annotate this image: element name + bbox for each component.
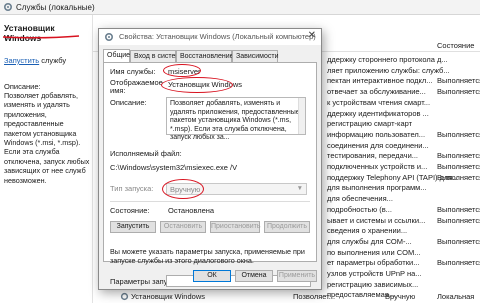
service-description-line: ддержку идентификаторов ... (327, 108, 429, 118)
service-name-value: msiserver (168, 67, 201, 76)
chevron-down-icon: ▼ (296, 185, 303, 192)
service-description-line: регистрацию зависимых... (327, 279, 419, 289)
table-row[interactable]: Установщик Windows Позволяет... Вручную … (93, 291, 480, 303)
start-service-link-suffix: службу (39, 56, 67, 65)
service-description-line: ляет приложению службы: служб... (327, 65, 450, 75)
service-properties-dialog: Свойства: Установщик Windows (Локальный … (98, 28, 322, 290)
service-gear-icon (120, 292, 129, 301)
ok-button[interactable]: ОК (193, 270, 231, 282)
tab-recovery[interactable]: Восстановление (176, 50, 234, 62)
tab-general[interactable]: Общие (103, 49, 130, 62)
service-name-label: Имя службы: (110, 67, 156, 76)
executable-label: Исполняемый файл: (110, 149, 182, 158)
service-description-line: для обеспечения... (327, 194, 393, 204)
service-description-line: по выполнения или COM... (327, 247, 421, 257)
startup-type-value: Вручную (170, 185, 201, 194)
selected-service-title: Установщик Windows (4, 23, 55, 43)
stop-button[interactable]: Остановить (160, 221, 206, 233)
tab-dependencies[interactable]: Зависимости (232, 50, 278, 62)
display-name-label: Отображаемое имя: (110, 78, 163, 95)
service-description-line: узлов устройств UPnP на... (327, 269, 422, 278)
general-tab-panel: Имя службы: msiserver Отображаемое имя: … (103, 62, 317, 287)
start-parameters-hint: Вы можете указать параметры запуска, при… (110, 247, 305, 265)
service-description-line: для выполнения программ... (327, 183, 427, 193)
service-description-line: информацию пользовател... (327, 129, 426, 139)
start-service-link[interactable]: Запустить (4, 56, 39, 65)
column-header-state[interactable]: Состояние (437, 41, 474, 50)
service-description-line: отвечает за обслуживание... (327, 87, 426, 97)
service-detail-pane: Установщик Windows Запустить службу Опис… (0, 15, 93, 303)
state-value: Остановлена (168, 206, 215, 215)
service-logon-cell: Локальная сис... (437, 292, 475, 303)
underline-annotation (2, 35, 80, 39)
executable-path: C:\Windows\system32\msiexec.exe /V (110, 163, 238, 172)
service-description-line: для службы для СОМ-... (327, 236, 412, 246)
description-value: Позволяет добавлять, изменять и удалять … (170, 100, 300, 141)
startup-type-label: Тип запуска: (110, 184, 154, 193)
service-startup-cell: Вручную (385, 292, 416, 301)
service-description-line: подробностью (в... (327, 204, 392, 214)
service-state-cell: Выполняется (437, 162, 480, 171)
start-button[interactable]: Запустить (110, 221, 156, 233)
service-desc-cell: Позволяет... (293, 292, 336, 301)
dialog-title: Свойства: Установщик Windows (Локальный … (119, 32, 316, 41)
service-description-line: регистрацию смарт-карт (327, 119, 413, 129)
apply-button[interactable]: Применить (277, 270, 317, 282)
console-header: Службы (локальные) (0, 0, 480, 15)
service-state-cell: Выполняется (437, 172, 480, 182)
service-description-line: тестирования, передачи... (327, 151, 419, 161)
gear-icon (104, 32, 114, 42)
dialog-title-bar[interactable]: Свойства: Установщик Windows (Локальный … (99, 29, 321, 45)
gear-icon (3, 2, 13, 12)
description-box[interactable]: Позволяет добавлять, изменять и удалять … (166, 97, 306, 141)
close-icon[interactable]: ✕ (308, 30, 316, 41)
startup-type-select[interactable]: Вручную ▼ (166, 183, 307, 195)
display-name-value: Установщик Windows (168, 80, 242, 89)
service-description-line: ддержку стороннего протокола д... (327, 55, 448, 64)
description-text: Позволяет добавлять, изменять и удалять … (4, 91, 90, 185)
service-description-line: соединения для соединени... (327, 140, 429, 150)
service-state-cell: Выполняется (437, 76, 480, 86)
console-title: Службы (локальные) (16, 3, 95, 12)
description-label: Описание: (110, 98, 147, 107)
service-description-line: пектан интерактивное подкл... (327, 76, 433, 86)
service-state-cell: Выполняется (437, 129, 480, 139)
description-heading: Описание: (4, 82, 41, 91)
service-description-line: сведения о хранении... (327, 226, 408, 236)
service-state-cell: Выполняется (437, 215, 480, 225)
divider (110, 201, 310, 202)
service-name-cell: Установщик Windows (131, 292, 205, 301)
service-description-line: подключенных устройств и... (327, 162, 428, 171)
description-scrollbar[interactable] (298, 98, 305, 134)
service-state-cell: Выполняется (437, 87, 480, 97)
service-state-cell: Выполняется (437, 236, 480, 246)
service-description-line: ывает и системы и ссылки... (327, 215, 426, 225)
service-state-cell: Выполняется (437, 258, 480, 268)
service-description-line: ет параметры обработки... (327, 258, 420, 268)
state-label: Состояние: (110, 206, 150, 215)
service-description-line: к устройствам чтения смарт... (327, 97, 431, 107)
start-service-link-row: Запустить службу (4, 56, 66, 65)
resume-button[interactable]: Продолжить (264, 221, 310, 233)
cancel-button[interactable]: Отмена (235, 270, 273, 282)
service-state-cell: Выполняется (437, 204, 480, 214)
service-state-cell: Выполняется (437, 151, 480, 161)
tab-logon[interactable]: Вход в систему (130, 50, 184, 62)
pause-button[interactable]: Приостановить (210, 221, 261, 233)
